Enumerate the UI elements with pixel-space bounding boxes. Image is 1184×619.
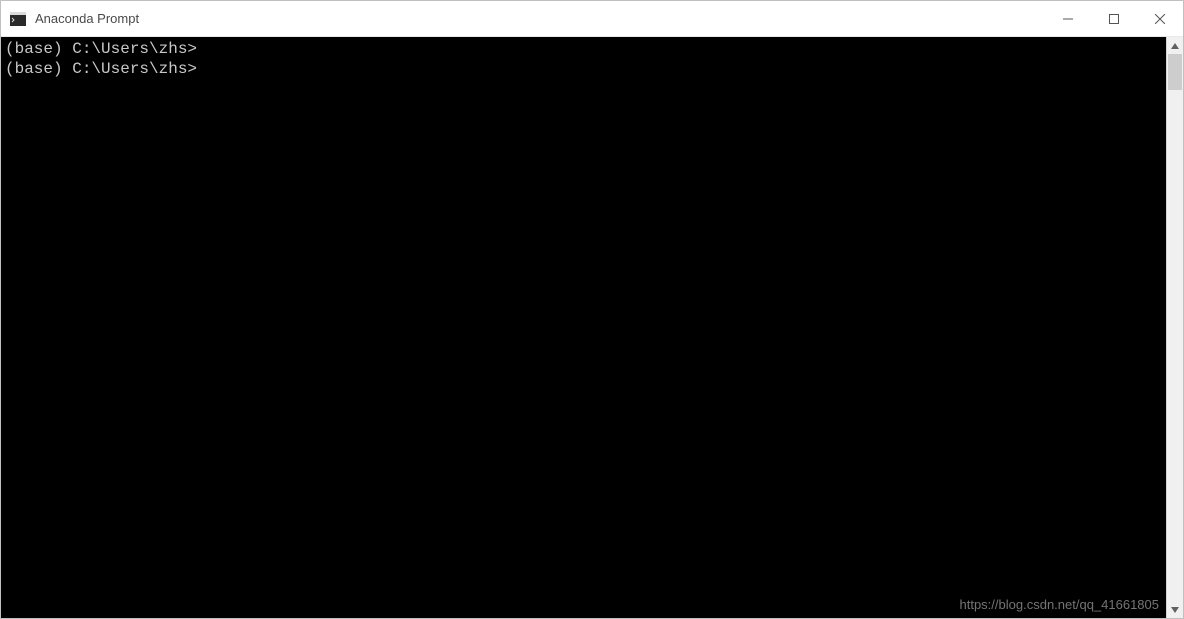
close-button[interactable]: [1137, 1, 1183, 36]
vertical-scrollbar[interactable]: [1166, 37, 1183, 618]
minimize-icon: [1063, 14, 1073, 24]
close-icon: [1155, 14, 1165, 24]
window-title: Anaconda Prompt: [35, 11, 139, 26]
minimize-button[interactable]: [1045, 1, 1091, 36]
terminal-line: (base) C:\Users\zhs>: [5, 39, 1162, 59]
scroll-down-arrow-icon[interactable]: [1167, 601, 1183, 618]
window-frame: Anaconda Prompt (base) C:\Users\zh: [0, 0, 1184, 619]
scroll-thumb[interactable]: [1168, 54, 1182, 90]
terminal-line: (base) C:\Users\zhs>: [5, 59, 1162, 79]
maximize-button[interactable]: [1091, 1, 1137, 36]
content-area: (base) C:\Users\zhs>(base) C:\Users\zhs>…: [1, 37, 1183, 618]
maximize-icon: [1109, 14, 1119, 24]
window-controls: [1045, 1, 1183, 36]
titlebar-left: Anaconda Prompt: [9, 10, 139, 28]
scroll-up-arrow-icon[interactable]: [1167, 37, 1183, 54]
terminal-output[interactable]: (base) C:\Users\zhs>(base) C:\Users\zhs>: [1, 37, 1166, 618]
scroll-track[interactable]: [1167, 54, 1183, 601]
terminal-icon: [9, 10, 27, 28]
titlebar[interactable]: Anaconda Prompt: [1, 1, 1183, 37]
